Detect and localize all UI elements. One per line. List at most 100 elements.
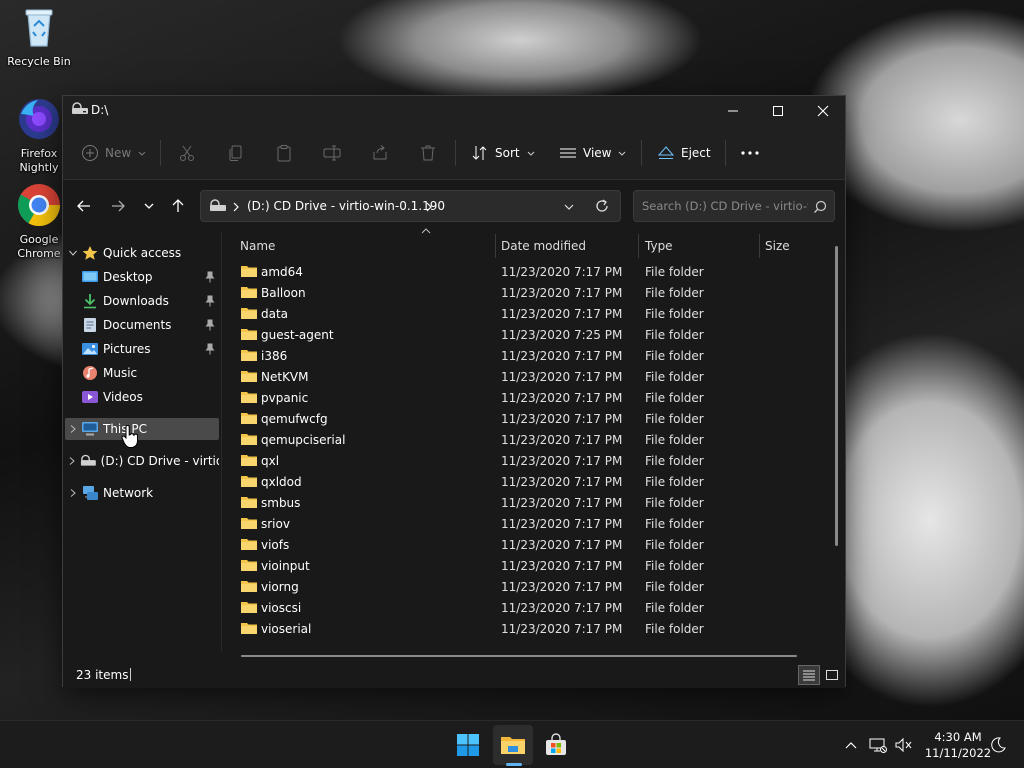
taskbar-file-explorer[interactable] (493, 725, 533, 765)
table-row[interactable]: vioscsi 11/23/2020 7:17 PM File folder (223, 597, 835, 618)
sidebar-item-this-pc[interactable]: This PC (65, 418, 219, 440)
sidebar-item-videos[interactable]: Videos (65, 386, 219, 408)
file-name: i386 (261, 348, 288, 363)
back-button[interactable] (72, 194, 96, 218)
large-icons-view-button[interactable] (821, 665, 843, 685)
clock[interactable]: 4:30 AM 11/11/2022 (918, 729, 998, 761)
file-type: File folder (645, 537, 704, 552)
chevron-right-icon[interactable] (65, 424, 81, 434)
table-row[interactable]: Balloon 11/23/2020 7:17 PM File folder (223, 282, 835, 303)
sidebar-item-network[interactable]: Network (65, 482, 219, 504)
pin-icon[interactable] (205, 319, 215, 331)
chevron-right-icon[interactable] (65, 456, 80, 466)
show-hidden-icons-button[interactable] (841, 735, 861, 755)
pane-splitter[interactable] (221, 232, 222, 652)
table-row[interactable]: smbus 11/23/2020 7:17 PM File folder (223, 492, 835, 513)
taskbar-microsoft-store[interactable] (536, 725, 576, 765)
chevron-right-icon[interactable] (65, 488, 81, 498)
desktop-icon-recycle-bin[interactable]: Recycle Bin (4, 4, 74, 69)
column-header-size[interactable]: Size (759, 232, 829, 260)
table-row[interactable]: vioinput 11/23/2020 7:17 PM File folder (223, 555, 835, 576)
rename-button[interactable] (323, 138, 341, 168)
up-button[interactable] (166, 194, 190, 218)
table-row[interactable]: qxl 11/23/2020 7:17 PM File folder (223, 450, 835, 471)
arrow-left-icon (77, 200, 90, 212)
close-button[interactable] (800, 96, 846, 126)
divider (725, 140, 726, 166)
file-name: amd64 (261, 264, 303, 279)
pictures-icon (82, 343, 98, 355)
pin-icon[interactable] (205, 295, 215, 307)
sidebar-item-cd-drive[interactable]: (D:) CD Drive - virtio- (65, 450, 219, 472)
file-date-modified: 11/23/2020 7:17 PM (501, 264, 623, 279)
clock-date: 11/11/2022 (924, 746, 992, 760)
cut-button[interactable] (178, 138, 196, 168)
focus-assist-button[interactable] (988, 735, 1008, 755)
table-row[interactable]: viorng 11/23/2020 7:17 PM File folder (223, 576, 835, 597)
search-input[interactable] (633, 190, 835, 222)
file-name: sriov (261, 516, 290, 531)
network-disconnected-icon (869, 738, 887, 753)
file-list: Name Date modified Type Size amd64 11/23/… (223, 228, 845, 672)
paste-button[interactable] (275, 138, 293, 168)
chevron-down-icon (619, 151, 626, 156)
details-view-button[interactable] (798, 665, 820, 685)
folder-icon (241, 497, 257, 508)
recent-locations-button[interactable] (137, 194, 161, 218)
minimize-button[interactable] (710, 96, 756, 126)
column-header-name[interactable]: Name (234, 232, 496, 260)
table-row[interactable]: vioserial 11/23/2020 7:17 PM File folder (223, 618, 835, 639)
table-row[interactable]: sriov 11/23/2020 7:17 PM File folder (223, 513, 835, 534)
table-row[interactable]: amd64 11/23/2020 7:17 PM File folder (223, 261, 835, 282)
pin-icon[interactable] (205, 271, 215, 283)
column-header-date-modified[interactable]: Date modified (495, 232, 637, 260)
title-bar[interactable]: D:\ (63, 96, 845, 126)
file-type: File folder (645, 390, 704, 405)
sidebar-item-downloads[interactable]: Downloads (65, 290, 219, 312)
refresh-icon[interactable] (594, 198, 610, 214)
sidebar-item-desktop[interactable]: Desktop (65, 266, 219, 288)
volume-button[interactable] (893, 735, 913, 755)
forward-button[interactable] (106, 194, 130, 218)
table-row[interactable]: pvpanic 11/23/2020 7:17 PM File folder (223, 387, 835, 408)
table-row[interactable]: guest-agent 11/23/2020 7:25 PM File folder (223, 324, 835, 345)
column-header-type[interactable]: Type (639, 232, 759, 260)
eject-button[interactable]: Eject (657, 138, 711, 168)
address-path[interactable]: (D:) CD Drive - virtio-win-0.1.190 (247, 199, 445, 213)
sidebar-item-music[interactable]: Music (65, 362, 219, 384)
maximize-button[interactable] (755, 96, 801, 126)
horizontal-scrollbar[interactable] (241, 655, 797, 657)
file-name: viorng (261, 579, 299, 594)
table-row[interactable]: i386 11/23/2020 7:17 PM File folder (223, 345, 835, 366)
sidebar-item-documents[interactable]: Documents (65, 314, 219, 336)
start-button[interactable] (448, 725, 488, 765)
network-status-button[interactable] (868, 735, 888, 755)
address-history-chevron-icon[interactable] (563, 201, 575, 213)
vertical-scrollbar[interactable] (835, 246, 838, 546)
delete-button[interactable] (419, 138, 437, 168)
address-bar[interactable]: (D:) CD Drive - virtio-win-0.1.190 (200, 190, 621, 222)
table-row[interactable]: viofs 11/23/2020 7:17 PM File folder (223, 534, 835, 555)
this-pc-icon (82, 422, 98, 436)
videos-icon (82, 391, 98, 403)
table-row[interactable]: qemufwcfg 11/23/2020 7:17 PM File folder (223, 408, 835, 429)
view-button[interactable]: View (559, 138, 627, 168)
table-row[interactable]: qemupciserial 11/23/2020 7:17 PM File fold… (223, 429, 835, 450)
sidebar-item-pictures[interactable]: Pictures (65, 338, 219, 360)
share-button[interactable] (371, 138, 389, 168)
chevron-down-icon[interactable] (65, 248, 81, 258)
desktop-icon (82, 271, 98, 282)
sidebar-item-quick-access[interactable]: Quick access (65, 242, 219, 264)
table-row[interactable]: NetKVM 11/23/2020 7:17 PM File folder (223, 366, 835, 387)
column-header-label: Size (765, 239, 790, 253)
pin-icon[interactable] (205, 343, 215, 355)
table-row[interactable]: qxldod 11/23/2020 7:17 PM File folder (223, 471, 835, 492)
table-row[interactable]: data 11/23/2020 7:17 PM File folder (223, 303, 835, 324)
sort-button[interactable]: Sort (471, 138, 536, 168)
file-name: qxl (261, 453, 280, 468)
file-name: viofs (261, 537, 290, 552)
search-icon[interactable] (813, 200, 827, 214)
new-button[interactable]: New (81, 138, 147, 168)
more-options-button[interactable] (739, 138, 761, 168)
copy-button[interactable] (227, 138, 245, 168)
